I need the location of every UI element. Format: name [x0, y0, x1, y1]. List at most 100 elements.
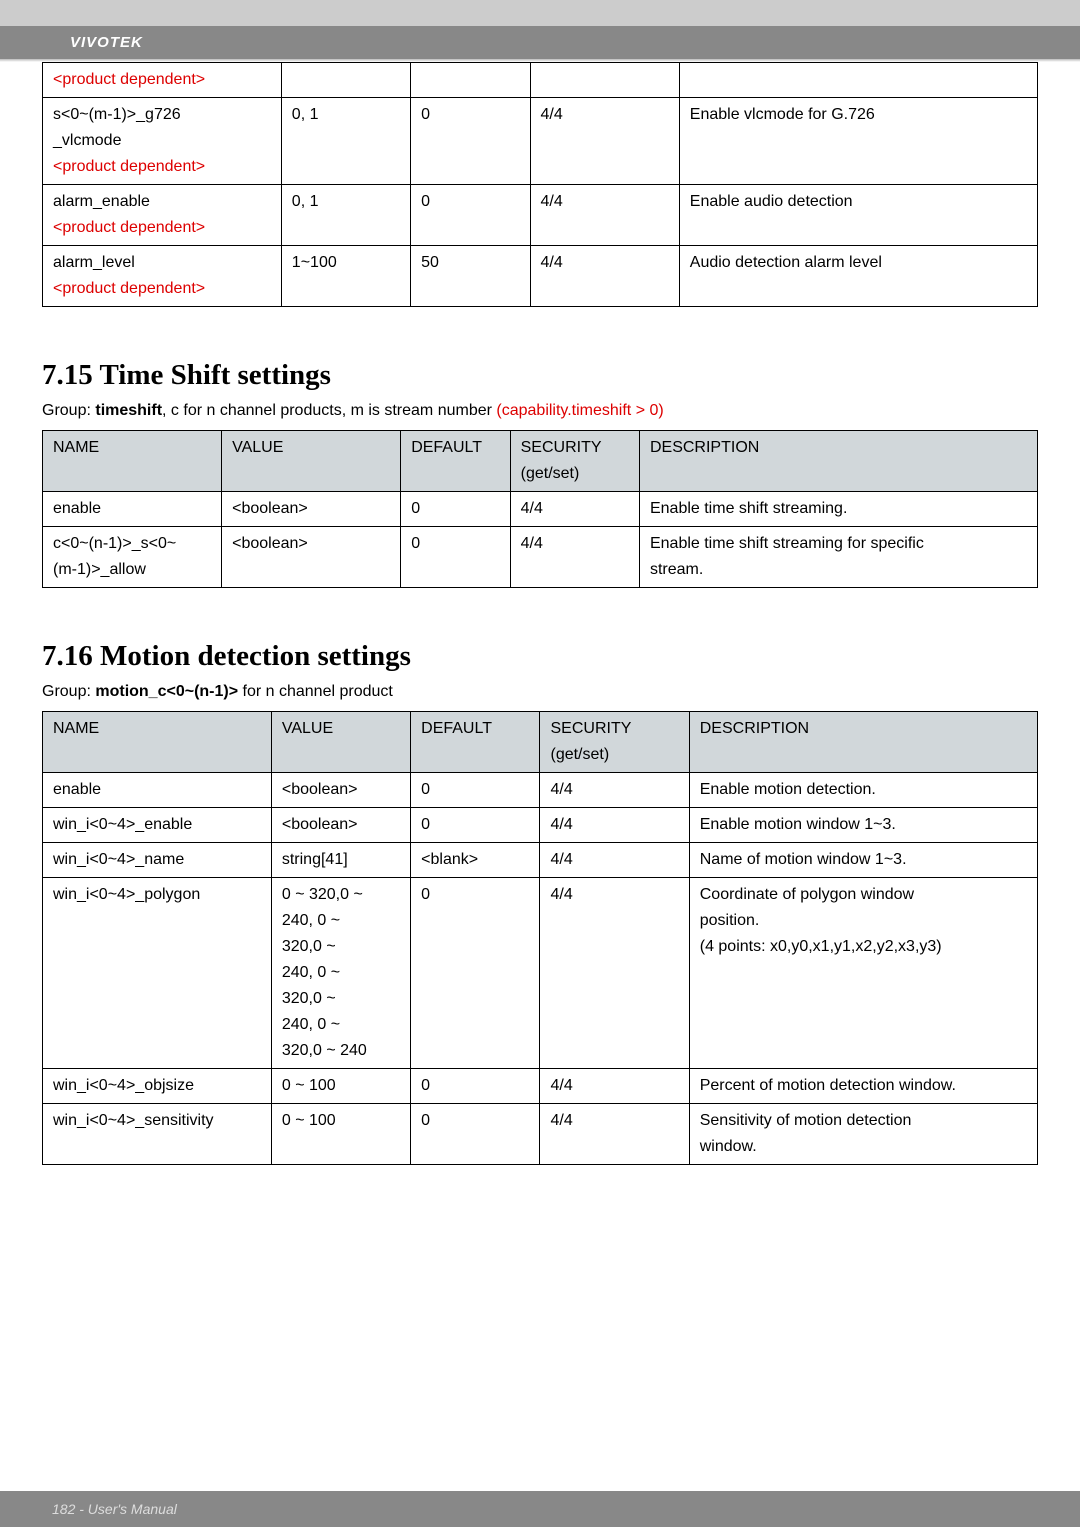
cell-text: (m-1)>_allow — [53, 561, 211, 579]
header-bar — [0, 0, 1080, 26]
cell-text: 0 — [411, 98, 530, 185]
col-default: DEFAULT — [411, 712, 540, 773]
cell-text: 4/4 — [530, 98, 679, 185]
cell-text: 0, 1 — [281, 98, 410, 185]
col-value: VALUE — [222, 431, 401, 492]
cell-text: alarm_level — [53, 254, 271, 272]
cell-text: win_i<0~4>_objsize — [43, 1069, 272, 1104]
col-default: DEFAULT — [401, 431, 510, 492]
footer-text: 182 - User's Manual — [52, 1501, 177, 1517]
cell-text: win_i<0~4>_enable — [43, 808, 272, 843]
group-line-7-16: Group: motion_c<0~(n-1)> for n channel p… — [42, 683, 1038, 701]
cell-text: Enable audio detection — [679, 185, 1037, 246]
cell-text: Coordinate of polygon window — [700, 886, 1027, 904]
cell-text: alarm_enable — [53, 193, 271, 211]
cell-text: 4/4 — [540, 1104, 689, 1165]
cell-text: 4/4 — [530, 185, 679, 246]
cell-text: <product dependent> — [53, 71, 205, 88]
cell-text: <boolean> — [271, 808, 410, 843]
cell-text: <product dependent> — [53, 219, 271, 237]
cell-text: 0 — [411, 773, 540, 808]
table-row: enable <boolean> 0 4/4 Enable time shift… — [43, 492, 1038, 527]
cell-text: enable — [43, 492, 222, 527]
table-row: alarm_enable <product dependent> 0, 1 0 … — [43, 185, 1038, 246]
table-row: c<0~(n-1)>_s<0~ (m-1)>_allow <boolean> 0… — [43, 527, 1038, 588]
cell-text: win_i<0~4>_sensitivity — [43, 1104, 272, 1165]
cell-text: 0 — [411, 878, 540, 1069]
cell-text: 4/4 — [540, 843, 689, 878]
cell-text: 50 — [411, 246, 530, 307]
cell-text: 320,0 ~ 240 — [282, 1042, 400, 1060]
page-content: <product dependent> s<0~(m-1)>_g726 _vlc… — [0, 62, 1080, 1205]
cell-text: 320,0 ~ — [282, 990, 400, 1008]
cell-text: Name of motion window 1~3. — [689, 843, 1037, 878]
table-motion: NAME VALUE DEFAULT SECURITY (get/set) DE… — [42, 711, 1038, 1165]
table-row: win_i<0~4>_polygon 0 ~ 320,0 ~ 240, 0 ~ … — [43, 878, 1038, 1069]
page-footer: 182 - User's Manual — [0, 1491, 1080, 1527]
cell-text: <boolean> — [271, 773, 410, 808]
cell-text: 320,0 ~ — [282, 938, 400, 956]
col-name: NAME — [43, 712, 272, 773]
cell-text: 1~100 — [281, 246, 410, 307]
cell-text: 240, 0 ~ — [282, 1016, 400, 1034]
cell-text: win_i<0~4>_polygon — [43, 878, 272, 1069]
cell-text: 4/4 — [540, 1069, 689, 1104]
cell-text: <blank> — [411, 843, 540, 878]
cell-text: 4/4 — [540, 878, 689, 1069]
table-row: win_i<0~4>_name string[41] <blank> 4/4 N… — [43, 843, 1038, 878]
cell-text: window. — [700, 1138, 1027, 1156]
cell-text: 0 — [411, 1104, 540, 1165]
cell-text: 0 ~ 100 — [271, 1069, 410, 1104]
section-title-7-16: 7.16 Motion detection settings — [42, 640, 1038, 673]
cell-text: position. — [700, 912, 1027, 930]
table-timeshift: NAME VALUE DEFAULT SECURITY (get/set) DE… — [42, 430, 1038, 588]
cell-text: 0 — [401, 492, 510, 527]
table-row: win_i<0~4>_objsize 0 ~ 100 0 4/4 Percent… — [43, 1069, 1038, 1104]
cell-text: <product dependent> — [53, 280, 271, 298]
section-title-7-15: 7.15 Time Shift settings — [42, 359, 1038, 392]
cell-text: Enable motion window 1~3. — [689, 808, 1037, 843]
cell-text: string[41] — [271, 843, 410, 878]
cell-text: 4/4 — [510, 527, 639, 588]
col-name: NAME — [43, 431, 222, 492]
cell-text: Enable vlcmode for G.726 — [679, 98, 1037, 185]
table-row: win_i<0~4>_enable <boolean> 0 4/4 Enable… — [43, 808, 1038, 843]
table-header-row: NAME VALUE DEFAULT SECURITY (get/set) DE… — [43, 431, 1038, 492]
cell-text: 0 — [411, 808, 540, 843]
cell-text: <boolean> — [222, 492, 401, 527]
table-header-row: NAME VALUE DEFAULT SECURITY (get/set) DE… — [43, 712, 1038, 773]
cell-text: 0 — [411, 185, 530, 246]
table-row: <product dependent> — [43, 63, 1038, 98]
cell-text: Percent of motion detection window. — [689, 1069, 1037, 1104]
table-row: enable <boolean> 0 4/4 Enable motion det… — [43, 773, 1038, 808]
table-row: alarm_level <product dependent> 1~100 50… — [43, 246, 1038, 307]
cell-text: stream. — [650, 561, 1027, 579]
cell-text: s<0~(m-1)>_g726 — [53, 106, 271, 124]
brand-bar: VIVOTEK — [0, 26, 1080, 59]
cell-text: <boolean> — [222, 527, 401, 588]
cell-text: 4/4 — [540, 808, 689, 843]
col-description: DESCRIPTION — [639, 431, 1037, 492]
cell-text: Sensitivity of motion detection — [700, 1112, 1027, 1130]
cell-text: 0 ~ 100 — [271, 1104, 410, 1165]
cell-text: 0 — [411, 1069, 540, 1104]
col-security: SECURITY (get/set) — [510, 431, 639, 492]
cell-text: 0, 1 — [281, 185, 410, 246]
cell-text: _vlcmode — [53, 132, 271, 150]
cell-text: c<0~(n-1)>_s<0~ — [53, 535, 211, 553]
col-security: SECURITY (get/set) — [540, 712, 689, 773]
cell-text: Enable time shift streaming. — [639, 492, 1037, 527]
brand-text: VIVOTEK — [70, 34, 143, 51]
cell-text: Audio detection alarm level — [679, 246, 1037, 307]
cell-text: 240, 0 ~ — [282, 964, 400, 982]
cell-text: 0 ~ 320,0 ~ — [282, 886, 400, 904]
cell-text: win_i<0~4>_name — [43, 843, 272, 878]
cell-text: 0 — [401, 527, 510, 588]
col-description: DESCRIPTION — [689, 712, 1037, 773]
cell-text: 240, 0 ~ — [282, 912, 400, 930]
cell-text: 4/4 — [510, 492, 639, 527]
cell-text: 4/4 — [530, 246, 679, 307]
cell-text: <product dependent> — [53, 158, 271, 176]
cell-text: Enable motion detection. — [689, 773, 1037, 808]
table-row: s<0~(m-1)>_g726 _vlcmode <product depend… — [43, 98, 1038, 185]
